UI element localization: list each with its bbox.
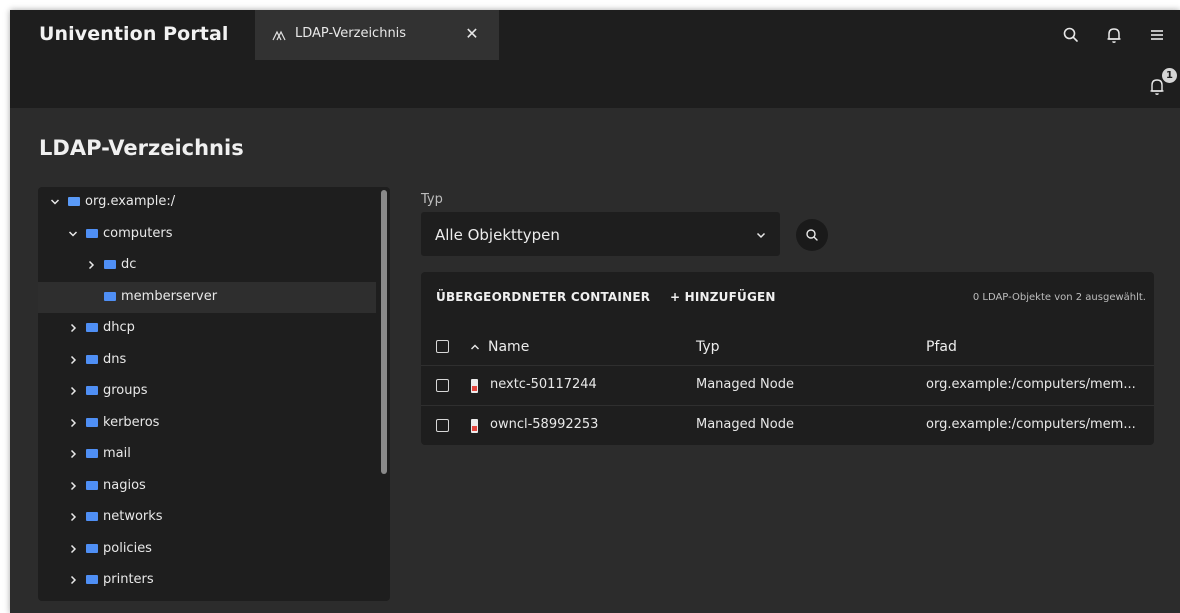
- row-checkbox[interactable]: [436, 379, 449, 392]
- typ-select-value: Alle Objekttypen: [435, 226, 560, 244]
- folder-icon: [86, 449, 98, 458]
- folder-icon: [86, 228, 98, 238]
- table-row[interactable]: nextc-50117244 Managed Node org.example:…: [421, 366, 1154, 406]
- typ-filter-label: Typ: [421, 192, 443, 207]
- row-pfad: org.example:/computers/mem...: [926, 377, 1136, 392]
- page-title: LDAP-Verzeichnis: [39, 136, 244, 160]
- notification-bar: 1: [10, 60, 1180, 108]
- tree-scrollbar[interactable]: [381, 190, 387, 598]
- search-button[interactable]: [796, 219, 828, 251]
- column-header-pfad[interactable]: Pfad: [926, 339, 957, 355]
- tree-item-label: dhcp: [103, 320, 135, 335]
- add-button[interactable]: + HINZUFÜGEN: [670, 290, 776, 304]
- parent-container-button[interactable]: ÜBERGEORDNETER CONTAINER: [436, 290, 650, 304]
- managed-node-icon: [471, 379, 478, 393]
- tree-item-label: kerberos: [103, 414, 160, 430]
- tree-item-label: computers: [103, 225, 173, 241]
- top-bar: Univention Portal LDAP-Verzeichnis ✕: [10, 10, 1180, 60]
- tree-item-dc[interactable]: dc: [38, 250, 376, 281]
- chevron-down-icon[interactable]: [48, 195, 62, 209]
- chevron-right-icon[interactable]: [66, 447, 80, 461]
- row-pfad: org.example:/computers/mem...: [926, 417, 1136, 432]
- tree-item-label: dc: [121, 257, 137, 272]
- folder-icon: [86, 323, 98, 332]
- chevron-right-icon[interactable]: [66, 573, 80, 587]
- chevron-right-icon[interactable]: [84, 258, 98, 272]
- chevron-right-icon[interactable]: [66, 353, 80, 367]
- tree-item-label: policies: [103, 540, 152, 556]
- table-row[interactable]: owncl-58992253 Managed Node org.example:…: [421, 406, 1154, 445]
- tree-item-groups[interactable]: groups: [38, 376, 376, 407]
- tree-item-label: nagios: [103, 477, 146, 493]
- tab-ldap-verzeichnis[interactable]: LDAP-Verzeichnis ✕: [255, 10, 499, 60]
- folder-icon: [104, 260, 116, 269]
- domain-icon: [68, 197, 80, 206]
- tree-item-memberserver[interactable]: memberserver: [38, 281, 376, 313]
- ldap-tree: org.example:/ computers dc memberserver dhcp…: [38, 187, 390, 601]
- tree-item-label: groups: [103, 383, 148, 398]
- bell-icon[interactable]: [1104, 25, 1124, 45]
- column-header-typ[interactable]: Typ: [696, 339, 720, 355]
- folder-icon: [86, 417, 98, 427]
- app-window: Univention Portal LDAP-Verzeichnis ✕ 1 L…: [10, 10, 1180, 613]
- grid-header: Name Typ Pfad: [421, 328, 1154, 366]
- univention-logo-icon: [272, 30, 286, 41]
- chevron-right-icon[interactable]: [66, 416, 80, 430]
- chevron-right-icon[interactable]: [66, 321, 80, 335]
- row-checkbox[interactable]: [436, 419, 449, 432]
- tree-item-label: dns: [103, 351, 127, 367]
- tree-item-dns[interactable]: dns: [38, 345, 376, 376]
- tree-item-policies[interactable]: policies: [38, 534, 376, 565]
- chevron-right-icon[interactable]: [66, 384, 80, 398]
- search-icon: [806, 229, 818, 241]
- typ-select[interactable]: Alle Objekttypen: [421, 212, 780, 256]
- tree-scrollbar-thumb[interactable]: [381, 190, 387, 474]
- tree-item-mail[interactable]: mail: [38, 439, 376, 470]
- tree-item-label: printers: [103, 572, 154, 587]
- select-all-checkbox[interactable]: [436, 340, 449, 353]
- chevron-down-icon: [756, 232, 766, 239]
- search-icon[interactable]: [1061, 25, 1081, 45]
- tree-item-nagios[interactable]: nagios: [38, 471, 376, 502]
- column-header-name[interactable]: Name: [488, 339, 529, 355]
- menu-icon[interactable]: [1147, 25, 1167, 45]
- folder-icon: [104, 291, 116, 301]
- chevron-right-icon[interactable]: [66, 542, 80, 556]
- notification-count-badge: 1: [1162, 68, 1177, 83]
- tab-label: LDAP-Verzeichnis: [295, 26, 407, 41]
- tree-item-label: memberserver: [121, 288, 218, 304]
- tree-item-computers[interactable]: computers: [38, 219, 376, 250]
- chevron-down-icon[interactable]: [66, 227, 80, 241]
- folder-icon: [86, 354, 98, 364]
- folder-icon: [86, 575, 98, 584]
- row-name: owncl-58992253: [490, 417, 599, 432]
- tab-close-button[interactable]: ✕: [462, 24, 482, 44]
- tree-item-label: org.example:/: [85, 194, 176, 209]
- objects-grid: ÜBERGEORDNETER CONTAINER + HINZUFÜGEN 0 …: [421, 272, 1154, 445]
- managed-node-icon: [471, 419, 478, 433]
- selection-status: 0 LDAP-Objekte von 2 ausgewählt.: [972, 292, 1146, 303]
- folder-icon: [86, 512, 98, 521]
- tree-item-networks[interactable]: networks: [38, 502, 376, 533]
- chevron-right-icon[interactable]: [66, 510, 80, 524]
- tree-item-dhcp[interactable]: dhcp: [38, 313, 376, 344]
- sort-ascending-icon[interactable]: [469, 341, 481, 353]
- chevron-right-icon[interactable]: [66, 479, 80, 493]
- folder-icon: [86, 480, 98, 490]
- tree-item-printers[interactable]: printers: [38, 565, 376, 596]
- row-name: nextc-50117244: [490, 377, 597, 392]
- folder-icon: [86, 543, 98, 553]
- tree-item-label: mail: [103, 446, 131, 461]
- row-typ: Managed Node: [696, 377, 794, 392]
- folder-icon: [86, 386, 98, 395]
- portal-title[interactable]: Univention Portal: [39, 23, 229, 45]
- tree-item-kerberos[interactable]: kerberos: [38, 408, 376, 439]
- grid-toolbar: ÜBERGEORDNETER CONTAINER + HINZUFÜGEN 0 …: [421, 272, 1154, 324]
- tree-item-org-example[interactable]: org.example:/: [38, 187, 376, 218]
- tree-item-label: networks: [103, 509, 163, 524]
- row-typ: Managed Node: [696, 417, 794, 432]
